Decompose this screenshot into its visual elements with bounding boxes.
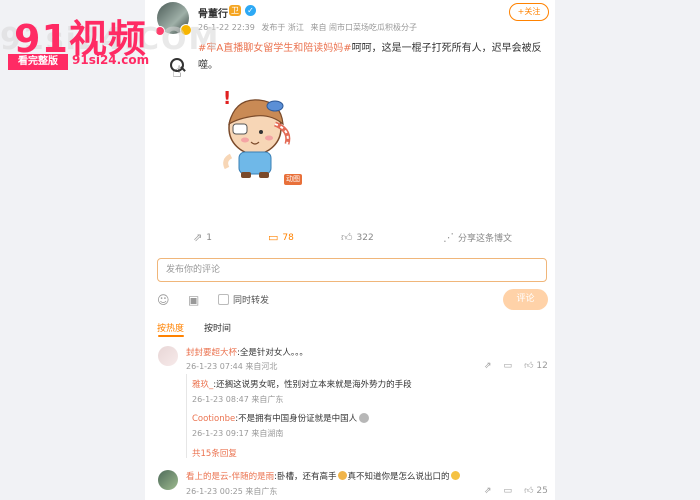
reply-meta: 26-1-23 08:47 来自广东: [192, 395, 284, 404]
reply-text: 不是拥有中国身份证就是中国人: [238, 414, 358, 424]
reply-comment-icon[interactable]: ▭: [504, 486, 513, 496]
reply-meta: 26-1-23 09:17 来自湖南: [192, 429, 284, 438]
reply-comment-icon[interactable]: ▭: [504, 361, 513, 371]
comment-meta: 26-1-23 00:25 来自广东: [186, 487, 278, 496]
like-icon: 👍︎: [341, 231, 353, 244]
comment-author[interactable]: 封封要超大杯: [186, 348, 237, 358]
sticker-image[interactable]: !: [205, 80, 300, 185]
reply-author[interactable]: Cootionbe: [192, 414, 235, 424]
submit-comment-button[interactable]: 评论: [503, 289, 548, 310]
verified-icon: ✓: [245, 5, 256, 16]
image-icon[interactable]: ▣: [188, 293, 199, 307]
comment-avatar[interactable]: [158, 470, 178, 490]
cat-emoji-icon: [359, 413, 370, 423]
post-text: #牢A直播聊女留学生和陪读妈妈#呵呵，这是一棍子打死所有人，迟早会被反噬。: [198, 40, 543, 74]
watermark-button[interactable]: 看完整版: [8, 54, 68, 70]
tab-time[interactable]: 按时间: [204, 321, 231, 334]
share-icon: ⋰: [443, 231, 454, 244]
reply-author[interactable]: 雅玖_: [192, 380, 213, 390]
active-tab-indicator: [158, 335, 184, 337]
repost-checkbox[interactable]: [218, 294, 229, 305]
repost-button[interactable]: ⇗ 1: [193, 231, 212, 244]
post-meta: 26-1-22 22:39 发布于 浙江 来自 闹市口菜场吃瓜积极分子: [198, 22, 421, 33]
like-button[interactable]: 👍︎ 322: [341, 231, 374, 244]
emoji-icon[interactable]: ☺: [157, 293, 170, 307]
comment-text-cont: 真不知道你是怎么说出口的: [347, 472, 450, 482]
comment-author[interactable]: 看上的是云-伴随的是雨: [186, 472, 274, 482]
gif-badge: 动图: [284, 174, 302, 185]
repost-checkbox-label: 同时转发: [233, 296, 270, 306]
reply-text: 还搁这说男女呢，性别对立本来就是海外势力的手段: [216, 380, 412, 390]
post-card: 骨董行 卫 ✓ 26-1-22 22:39 发布于 浙江 来自 闹市口菜场吃瓜积…: [145, 0, 555, 500]
like-count: 322: [356, 232, 374, 243]
reply-repost-icon[interactable]: ⇗: [484, 486, 492, 496]
comment: 封封要超大杯:全是针对女人。。。: [186, 348, 308, 358]
comment-count: 78: [282, 232, 294, 243]
member-badge-icon: 卫: [229, 5, 241, 16]
reply-thread-line: [186, 374, 187, 458]
comment-actions: ⇗ ▭ 👍︎ 25: [484, 486, 548, 496]
comment-button[interactable]: ▭ 78: [268, 231, 294, 244]
comment-meta: 26-1-23 07:44 来自河北: [186, 362, 278, 371]
repost-count: 1: [206, 232, 212, 243]
reply-repost-icon[interactable]: ⇗: [484, 361, 492, 371]
comment-input[interactable]: 发布你的评论: [157, 258, 547, 282]
tab-hot[interactable]: 按热度: [157, 321, 184, 334]
reply: Cootionbe:不是拥有中国身份证就是中国人: [192, 412, 370, 424]
post-location: 发布于 浙江: [261, 23, 304, 32]
comment-avatar[interactable]: [158, 346, 178, 366]
post-source: 来自 闹市口菜场吃瓜积极分子: [310, 23, 418, 32]
reply: 雅玖_:还搁这说男女呢，性别对立本来就是海外势力的手段: [192, 380, 412, 390]
username[interactable]: 骨董行: [198, 5, 228, 20]
share-button[interactable]: ⋰ 分享这条博文: [443, 231, 512, 244]
comment: 看上的是云-伴随的是雨:卧槽，还有高手 真不知道你是怎么说出口的: [186, 470, 461, 482]
comment-like-button[interactable]: 👍︎ 25: [524, 486, 548, 496]
svg-text:!: !: [223, 88, 231, 109]
comment-text: 卧槽，还有高手: [276, 472, 337, 482]
watermark-url[interactable]: 91si24.com: [72, 53, 149, 67]
comment-like-count: 12: [536, 361, 548, 371]
comment-text: 全是针对女人。。。: [239, 348, 308, 358]
smile-emoji-icon: [451, 471, 461, 480]
comment-like-count: 25: [536, 486, 548, 496]
hashtag-link[interactable]: #牢A直播聊女留学生和陪读妈妈#: [198, 43, 352, 54]
more-replies-link[interactable]: 共15条回复: [192, 447, 237, 459]
comment-like-button[interactable]: 👍︎ 12: [524, 361, 548, 371]
repost-icon: ⇗: [193, 231, 203, 244]
follow-button[interactable]: +关注: [509, 3, 549, 21]
share-label: 分享这条博文: [458, 234, 513, 244]
pointer-cursor-icon: ☝: [172, 62, 182, 81]
comment-icon: ▭: [268, 231, 279, 244]
comment-actions: ⇗ ▭ 👍︎ 12: [484, 361, 548, 371]
